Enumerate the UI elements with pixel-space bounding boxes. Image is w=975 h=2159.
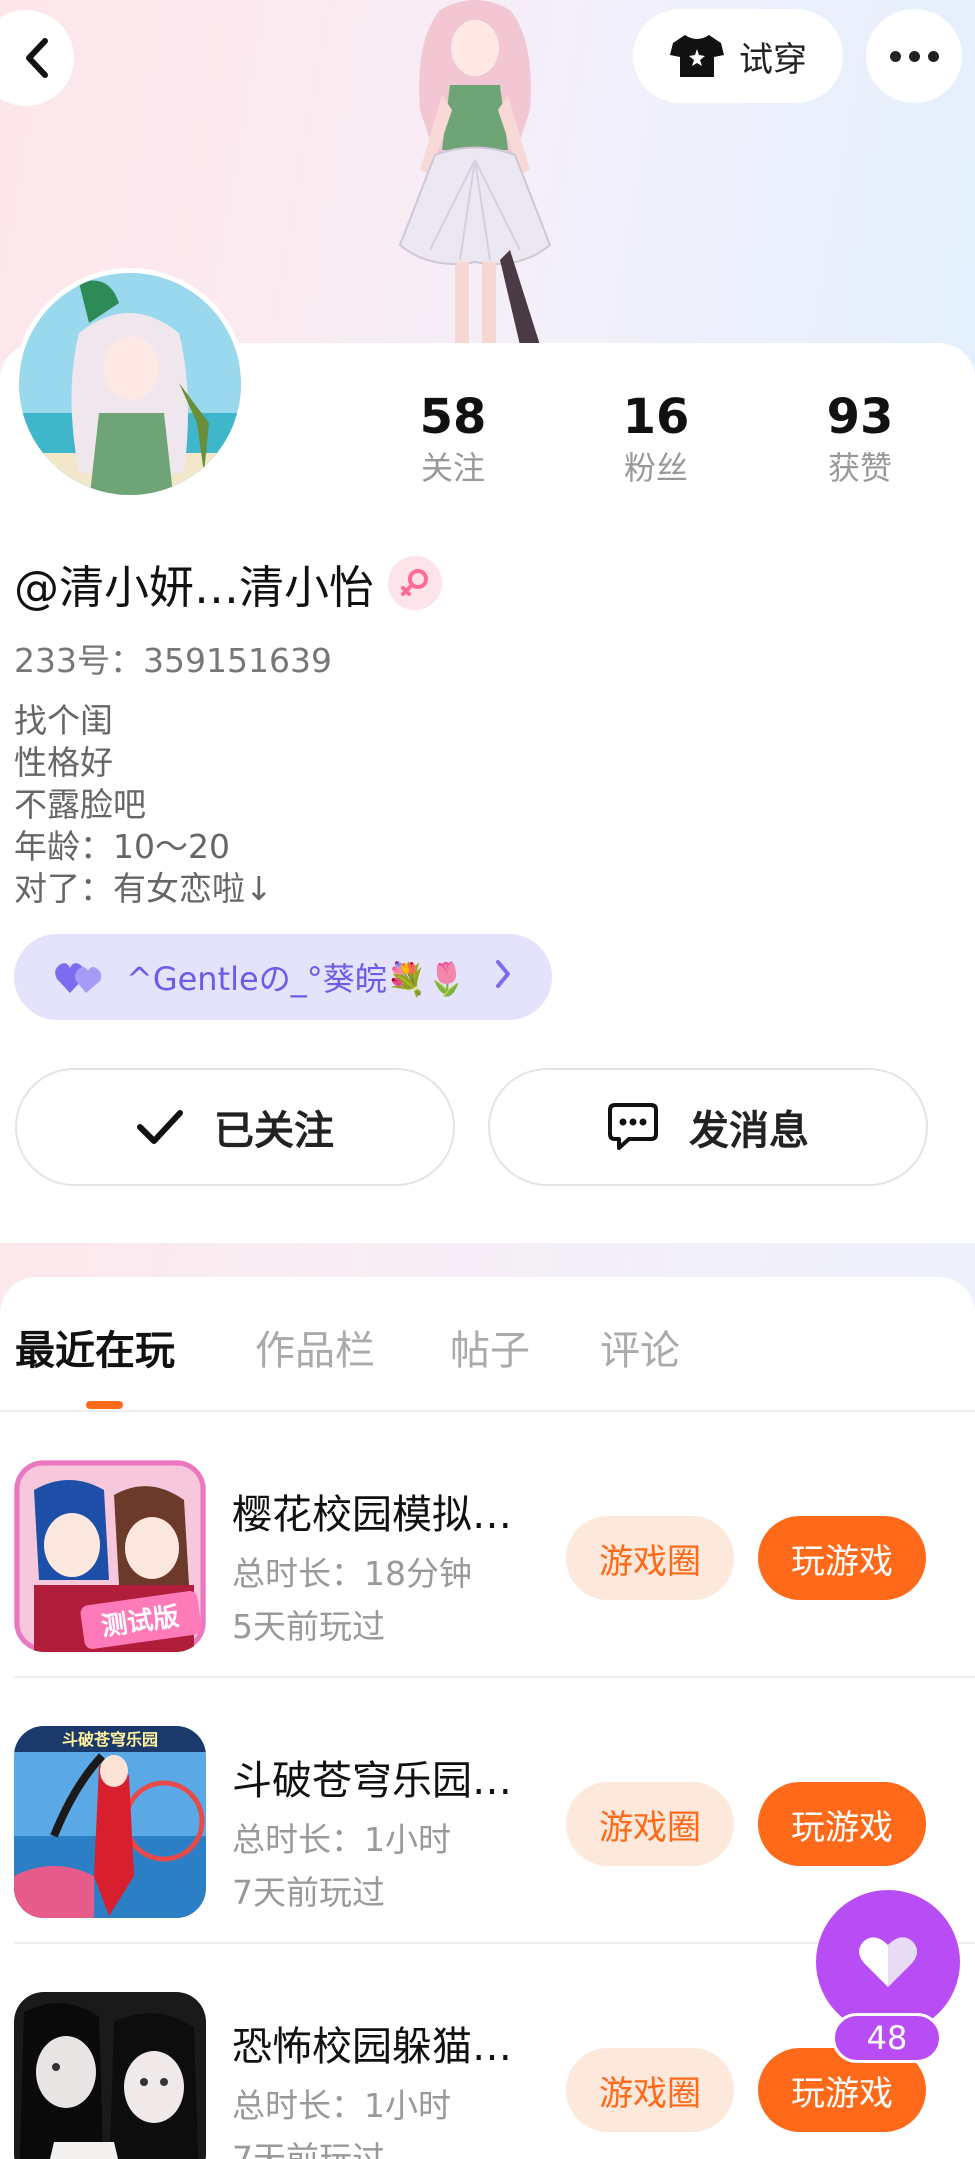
stat-value: 93 [826,389,894,445]
tab-posts[interactable]: 帖子 [450,1318,530,1376]
game-circle-button[interactable]: 游戏圈 [566,1516,734,1600]
stat-fans[interactable]: 16 粉丝 [576,388,736,490]
game-list-item[interactable]: 测试版 樱花校园模拟… 总时长：18分钟 5天前玩过 游戏圈 玩游戏 [0,1412,975,1678]
tab-comments[interactable]: 评论 [600,1318,680,1376]
heart-icon [859,1937,917,1987]
game-title: 斗破苍穹乐园… [232,1758,512,1804]
character-3d-model [398,0,552,345]
bio-line: 性格好 [14,743,113,782]
more-options-button[interactable] [866,9,962,103]
tab-works[interactable]: 作品栏 [255,1318,375,1376]
stat-following[interactable]: 58 关注 [373,388,533,490]
following-button[interactable]: 已关注 [15,1068,455,1186]
game-title: 恐怖校园躲猫… [232,2024,512,2070]
chevron-right-icon [496,960,510,988]
game-duration: 总时长：18分钟 [232,1554,472,1593]
send-message-button[interactable]: 发消息 [488,1068,928,1186]
game-list-item[interactable]: 斗破苍穹乐园 斗破苍穹乐园… 总时长：1小时 7天前玩过 游戏圈 玩游戏 [0,1678,975,1944]
double-heart-icon [55,963,102,993]
stat-value: 58 [419,389,487,445]
game-last-played: 7天前玩过 [232,2139,385,2159]
bio-line: 不露脸吧 [14,785,146,824]
game-last-played: 7天前玩过 [232,1873,385,1912]
stat-label: 获赞 [827,449,892,487]
profile-stats: 58 关注 16 粉丝 93 获赞 [0,388,975,498]
game-last-played: 5天前玩过 [232,1607,385,1646]
try-on-label: 试穿 [739,39,807,80]
stat-value: 16 [622,389,690,445]
tshirt-icon [670,35,724,77]
active-tab-indicator [86,1401,123,1409]
checkmark-icon [137,1110,183,1144]
female-gender-icon [388,556,443,610]
game-circle-button[interactable]: 游戏圈 [566,2048,734,2132]
more-dot-icon [908,50,920,62]
try-on-button[interactable]: 试穿 [633,9,843,103]
cp-label: ^Gentleの_°葵皖💐🌷 [126,960,467,998]
play-game-button[interactable]: 玩游戏 [758,1782,926,1866]
like-count-badge: 48 [832,2013,942,2063]
profile-bio: 找个闺 性格好 不露脸吧 年龄：10～20 对了：有女恋啦↓ [14,700,273,910]
more-dot-icon [927,50,939,62]
game-icon-badge: 斗破苍穹乐园 [62,1730,158,1749]
stat-label: 粉丝 [623,449,688,487]
game-duration: 总时长：1小时 [232,1820,451,1859]
game-icon [14,1992,206,2159]
cp-relationship-pill[interactable]: ^Gentleの_°葵皖💐🌷 [14,934,552,1020]
tab-recently-played[interactable]: 最近在玩 [15,1318,175,1376]
more-dot-icon [889,50,901,62]
game-duration: 总时长：1小时 [232,2086,451,2125]
stat-likes[interactable]: 93 获赞 [780,388,940,490]
profile-name-row: @清小妍…清小怡 [14,553,443,614]
play-game-button[interactable]: 玩游戏 [758,1516,926,1600]
following-label: 已关注 [214,1108,334,1154]
bio-line: 找个闺 [14,701,113,740]
bio-line: 年龄：10～20 [14,827,230,866]
stat-label: 关注 [420,449,485,487]
profile-name: @清小妍…清小怡 [14,560,375,614]
chevron-left-icon [26,38,48,78]
game-icon: 测试版 [14,1460,206,1652]
send-message-label: 发消息 [689,1108,809,1154]
game-title: 樱花校园模拟… [232,1492,512,1538]
user-id: 233号：359151639 [14,641,332,680]
game-icon: 斗破苍穹乐园 [14,1726,206,1918]
chat-bubble-icon [608,1103,658,1150]
game-circle-button[interactable]: 游戏圈 [566,1782,734,1866]
bio-line: 对了：有女恋啦↓ [14,869,273,908]
